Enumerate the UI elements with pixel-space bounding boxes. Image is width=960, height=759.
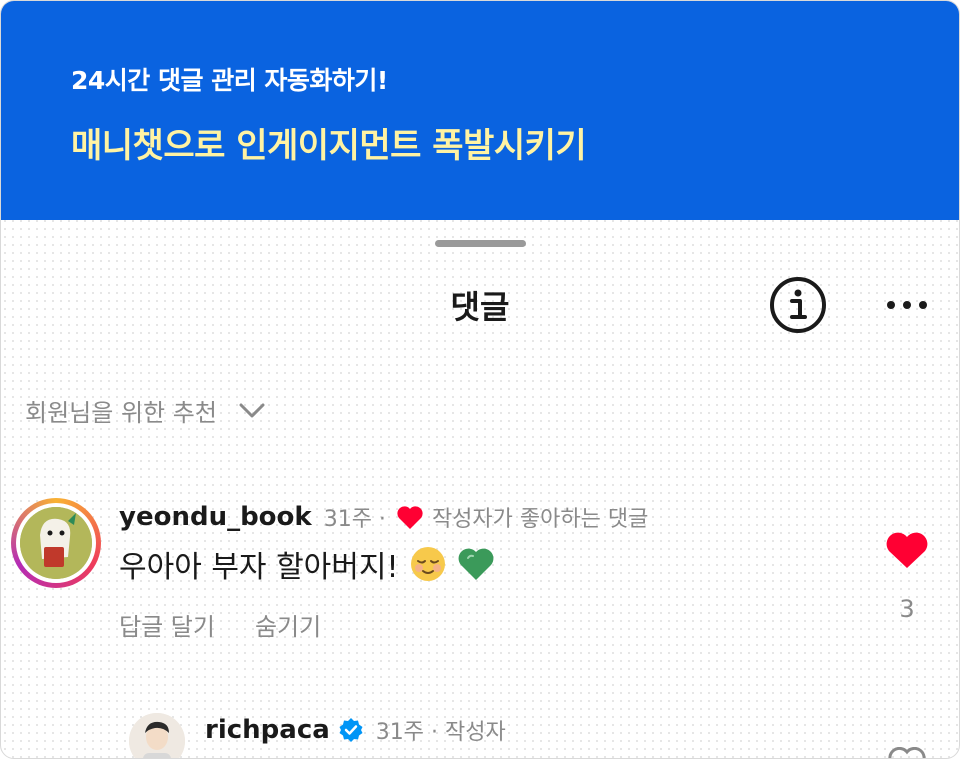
info-icon[interactable]: [768, 275, 828, 335]
comment-time: 31주 ·: [323, 507, 386, 532]
author-liked-label: 작성자가 좋아하는 댓글: [431, 507, 649, 532]
promo-banner: 24시간 댓글 관리 자동화하기! 매니챗으로 인게이지먼트 폭발시키기: [1, 1, 959, 220]
reply-button[interactable]: 답글 달기: [119, 607, 215, 642]
reply-avatar[interactable]: [129, 713, 185, 758]
comment-header: yeondu_book 31주 · 작성자가 좋아하는 댓글: [119, 501, 648, 533]
reply-like-icon[interactable]: [887, 747, 927, 759]
comment-body: 우아아 부자 할아버지!: [119, 542, 495, 586]
like-heart-icon[interactable]: [885, 532, 929, 570]
more-icon[interactable]: [883, 289, 931, 321]
sort-filter-label: 회원님을 위한 추천: [25, 398, 217, 427]
like-count: 3: [899, 595, 915, 623]
sort-filter-dropdown[interactable]: 회원님을 위한 추천: [25, 394, 267, 427]
relieved-face-icon: [410, 547, 445, 581]
reply-header: richpaca 31주 · 작성자: [205, 714, 506, 746]
hide-button[interactable]: 숨기기: [255, 607, 321, 642]
avatar-image: [20, 507, 92, 579]
verified-badge-icon: [339, 718, 363, 742]
heart-icon: [397, 505, 423, 529]
comment-text: 우아아 부자 할아버지!: [119, 550, 399, 585]
reply-meta: 31주 · 작성자: [375, 720, 506, 745]
comment-actions: 답글 달기 숨기기: [119, 607, 321, 642]
green-heart-icon: [458, 548, 493, 580]
commenter-avatar[interactable]: [11, 498, 101, 588]
reply-username[interactable]: richpaca: [205, 715, 330, 745]
sheet-drag-handle[interactable]: [435, 240, 526, 247]
comment-username[interactable]: yeondu_book: [119, 502, 312, 532]
comments-card: 24시간 댓글 관리 자동화하기! 매니챗으로 인게이지먼트 폭발시키기 댓글 …: [0, 0, 960, 759]
banner-subtitle: 24시간 댓글 관리 자동화하기!: [71, 66, 388, 95]
banner-title: 매니챗으로 인게이지먼트 폭발시키기: [71, 126, 587, 166]
chevron-down-icon: [239, 403, 265, 418]
